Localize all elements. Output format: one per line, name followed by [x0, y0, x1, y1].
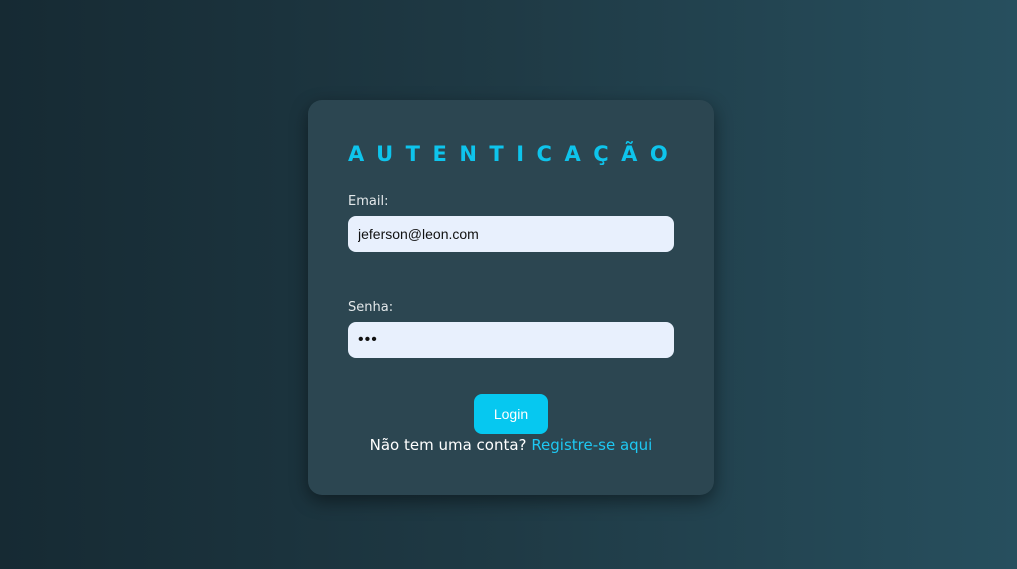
login-card: AUTENTICAÇÃO Email: Senha: Login Não tem… [308, 100, 714, 495]
register-prompt-text: Não tem uma conta? [369, 436, 527, 454]
password-field[interactable] [348, 322, 674, 358]
page-title: AUTENTICAÇÃO [348, 142, 681, 166]
email-label: Email: [348, 194, 389, 209]
password-label: Senha: [348, 300, 394, 315]
login-button[interactable]: Login [474, 394, 548, 434]
email-field[interactable] [348, 216, 674, 252]
register-link[interactable]: Registre-se aqui [531, 436, 652, 454]
register-prompt: Não tem uma conta? Registre-se aqui [308, 436, 714, 454]
